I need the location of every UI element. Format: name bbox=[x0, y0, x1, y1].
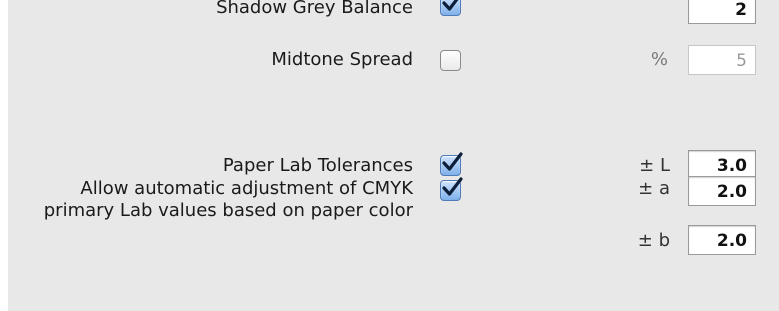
checkmark-icon bbox=[442, 0, 459, 11]
shadow-grey-balance-field[interactable]: 2 bbox=[688, 0, 756, 24]
checkmark-icon bbox=[442, 152, 463, 171]
paper-lab-tolerances-label: Paper Lab Tolerances bbox=[222, 155, 413, 176]
lab-b-unit: ± b bbox=[637, 230, 670, 251]
checkmark-icon bbox=[442, 177, 463, 196]
midtone-spread-unit: % bbox=[650, 49, 668, 70]
shadow-grey-balance-checkbox[interactable] bbox=[440, 0, 461, 16]
midtone-spread-checkbox[interactable] bbox=[440, 50, 461, 71]
lab-a-tolerance-field[interactable]: 2.0 bbox=[688, 176, 756, 206]
midtone-spread-label: Midtone Spread bbox=[271, 49, 413, 70]
paper-lab-tolerances-checkbox[interactable] bbox=[440, 152, 463, 176]
auto-adjust-label: Allow automatic adjustment of CMYK prima… bbox=[43, 178, 413, 221]
lab-l-unit: ± L bbox=[639, 155, 670, 176]
shadow-grey-balance-label: Shadow Grey Balance bbox=[216, 0, 413, 18]
midtone-spread-field[interactable]: 5 bbox=[688, 45, 756, 75]
settings-panel: Shadow Grey Balance 2 Midtone Spread % 5… bbox=[0, 0, 779, 311]
lab-b-tolerance-field[interactable]: 2.0 bbox=[688, 225, 756, 255]
auto-adjust-checkbox[interactable] bbox=[440, 177, 463, 201]
lab-a-unit: ± a bbox=[638, 178, 670, 199]
